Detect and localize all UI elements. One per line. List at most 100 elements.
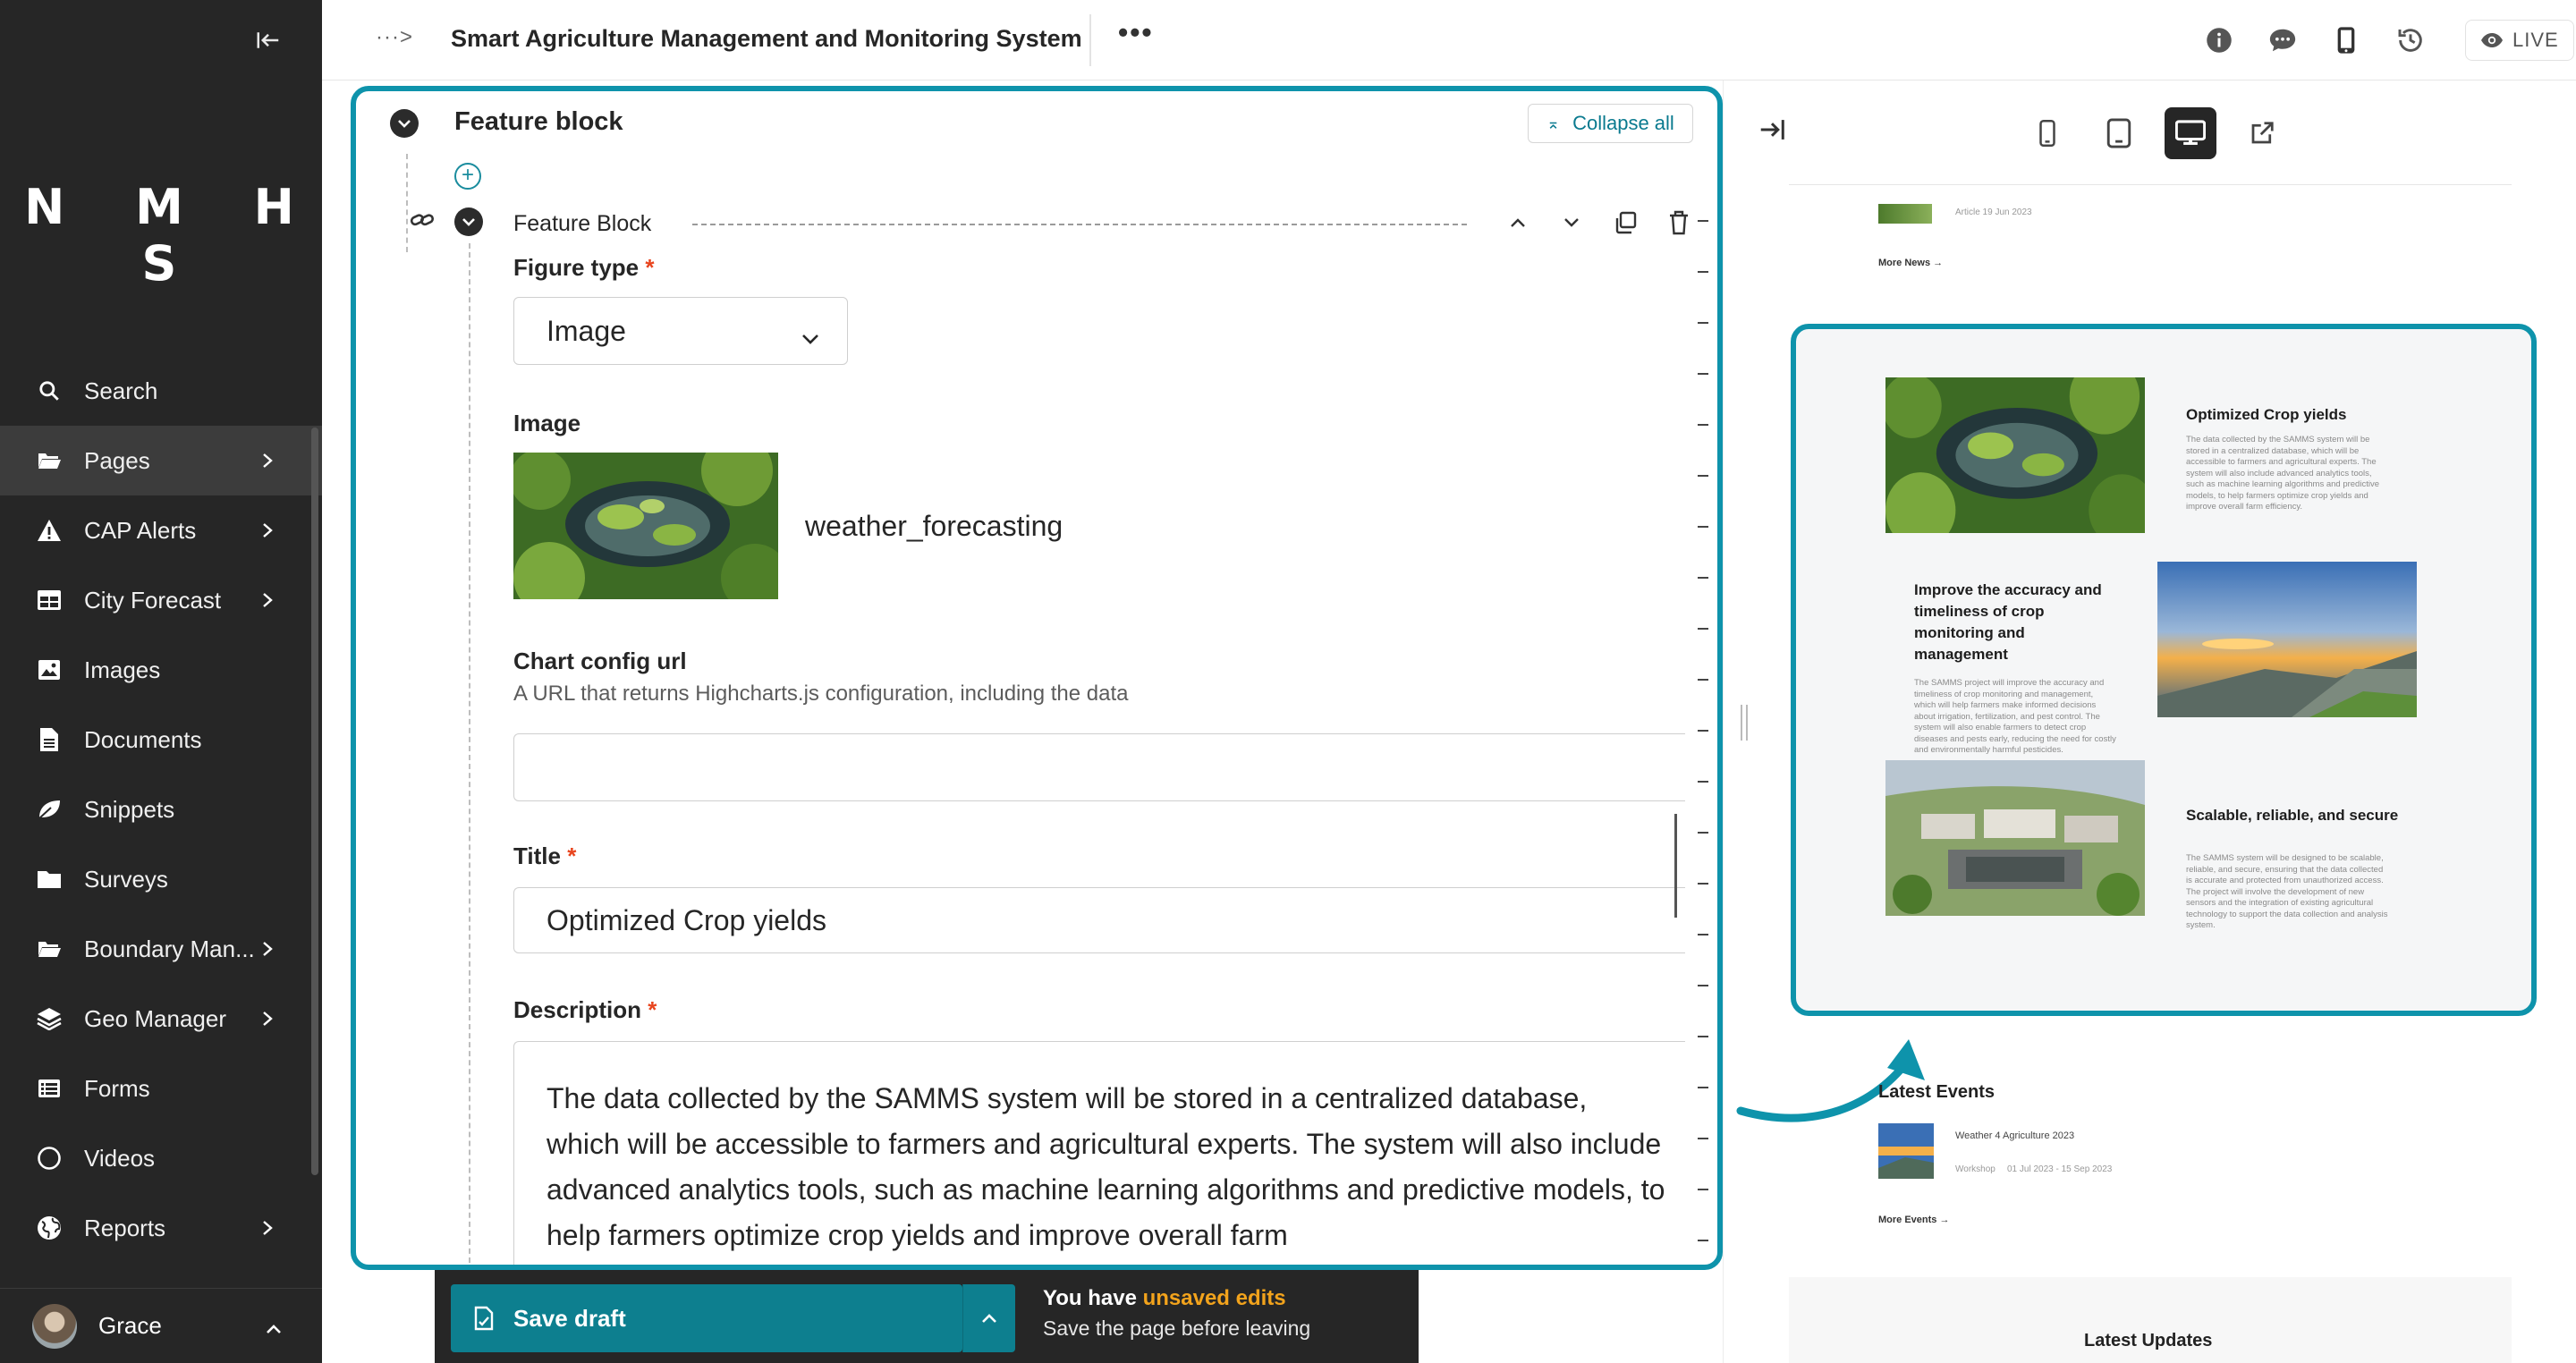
block-collapse-toggle[interactable]	[390, 109, 419, 138]
figure-type-value: Image	[547, 314, 626, 347]
latest-updates-title: Latest Updates	[2084, 1331, 2213, 1350]
event-name[interactable]: Weather 4 Agriculture 2023	[1955, 1130, 2074, 1141]
link-icon[interactable]	[410, 211, 435, 233]
chart-config-help: A URL that returns Highcharts.js configu…	[513, 682, 1129, 706]
resize-handle[interactable]	[1741, 705, 1748, 741]
sidebar-item-label: Documents	[84, 725, 202, 753]
logo[interactable]: N M H S	[0, 179, 322, 292]
avatar	[32, 1303, 77, 1349]
folder-open-icon	[36, 935, 63, 962]
desktop-device-icon[interactable]	[2165, 107, 2216, 159]
sidebar-item-reports[interactable]: Reports	[0, 1193, 322, 1263]
sidebar-scrollbar[interactable]	[311, 428, 318, 1175]
block-title: Feature block	[454, 107, 623, 136]
sidebar-item-boundary-manager[interactable]: Boundary Man...	[0, 914, 322, 984]
comment-icon[interactable]	[2266, 23, 2300, 57]
expand-panel-icon[interactable]	[1757, 116, 1787, 148]
delete-icon[interactable]	[1664, 207, 1694, 238]
news-thumbnail[interactable]	[1878, 204, 1932, 224]
save-draft-button[interactable]: Save draft	[451, 1284, 962, 1352]
mobile-device-icon[interactable]	[2021, 107, 2073, 159]
divider	[692, 224, 1467, 225]
image-thumbnail[interactable]	[513, 453, 778, 599]
more-events-link[interactable]: More Events →	[1878, 1215, 1949, 1225]
chart-config-input[interactable]	[513, 733, 1685, 801]
feature-title-2: Improve the accuracy and timeliness of c…	[1914, 581, 2102, 663]
divider	[1789, 184, 2512, 185]
mobile-preview-icon[interactable]	[2329, 23, 2363, 57]
document-icon	[36, 726, 63, 753]
sidebar-item-label: Search	[84, 377, 158, 404]
history-icon[interactable]	[2394, 23, 2428, 57]
chevron-up-icon	[982, 1314, 996, 1323]
chevron-down-icon	[398, 120, 411, 128]
user-name: Grace	[98, 1312, 162, 1339]
save-bar: Save draft You have unsaved edits Save t…	[435, 1270, 1419, 1363]
divider	[1089, 14, 1091, 66]
sidebar-item-pages[interactable]: Pages	[0, 426, 322, 495]
image-filename: weather_forecasting	[805, 510, 1063, 542]
feature-title-3: Scalable, reliable, and secure	[2186, 807, 2399, 824]
breadcrumb-toggle[interactable]: ···>	[376, 25, 413, 50]
move-up-icon[interactable]	[1503, 207, 1533, 238]
sidebar-item-documents[interactable]: Documents	[0, 705, 322, 775]
sidebar-nav: Search Pages CAP Alerts City Forecast Im…	[0, 356, 322, 1263]
live-label: LIVE	[2512, 29, 2559, 51]
more-save-options-button[interactable]	[963, 1284, 1015, 1352]
live-status-badge[interactable]: LIVE	[2465, 20, 2574, 61]
more-news-link[interactable]: More News →	[1878, 258, 1943, 268]
event-thumbnail[interactable]	[1878, 1123, 1934, 1179]
editor-scrollbar[interactable]	[1674, 814, 1677, 918]
collapse-all-label: Collapse all	[1572, 112, 1674, 134]
chevron-right-icon	[254, 447, 281, 474]
nesting-guide	[469, 243, 470, 1265]
sidebar-item-label: Pages	[84, 446, 150, 474]
eye-icon	[2481, 33, 2503, 47]
folder-icon	[36, 866, 63, 893]
sidebar-item-videos[interactable]: Videos	[0, 1123, 322, 1193]
sidebar-item-label: Forms	[84, 1074, 150, 1102]
move-down-icon[interactable]	[1556, 207, 1587, 238]
sidebar-item-label: Geo Manager	[84, 1004, 226, 1032]
add-block-button[interactable]: +	[454, 163, 481, 190]
feature-image-1	[1885, 377, 2145, 533]
sidebar-item-city-forecast[interactable]: City Forecast	[0, 565, 322, 635]
sidebar-item-surveys[interactable]: Surveys	[0, 844, 322, 914]
snippet-icon	[36, 796, 63, 823]
collapse-all-button[interactable]: ⌅ Collapse all	[1528, 104, 1693, 143]
feature-desc-3: The SAMMS system will be designed to be …	[2186, 853, 2388, 930]
description-textarea[interactable]: The data collected by the SAMMS system w…	[513, 1041, 1685, 1265]
sidebar-item-label: City Forecast	[84, 586, 222, 614]
search-icon	[36, 377, 63, 404]
tablet-device-icon[interactable]	[2093, 107, 2145, 159]
image-icon	[36, 656, 63, 683]
sidebar-item-forms[interactable]: Forms	[0, 1054, 322, 1123]
chevron-right-icon	[254, 1215, 281, 1241]
image-label: Image	[513, 410, 581, 436]
scroll-ruler	[1698, 220, 1710, 1265]
title-input[interactable]: Optimized Crop yields	[513, 887, 1685, 953]
sidebar-item-images[interactable]: Images	[0, 635, 322, 705]
chevron-right-icon	[254, 517, 281, 544]
event-dates: 01 Jul 2023 - 15 Sep 2023	[2007, 1164, 2113, 1174]
chevron-down-icon	[462, 218, 475, 226]
document-icon	[474, 1306, 494, 1331]
info-icon[interactable]	[2202, 23, 2236, 57]
duplicate-icon[interactable]	[1610, 207, 1640, 238]
more-actions-button[interactable]: •••	[1118, 16, 1154, 49]
sidebar-item-geo-manager[interactable]: Geo Manager	[0, 984, 322, 1054]
user-menu[interactable]: Grace	[0, 1288, 322, 1363]
child-collapse-toggle[interactable]	[454, 207, 483, 236]
feature-image-3	[1885, 760, 2145, 916]
globe-icon	[36, 1215, 63, 1241]
collapse-sidebar-icon[interactable]	[252, 27, 284, 59]
figure-type-select[interactable]: Image	[513, 297, 848, 365]
chart-config-label: Chart config url	[513, 648, 687, 674]
sidebar-item-snippets[interactable]: Snippets	[0, 775, 322, 844]
sidebar-item-search[interactable]: Search	[0, 356, 322, 426]
open-external-icon[interactable]	[2236, 107, 2288, 159]
chevron-right-icon	[254, 935, 281, 962]
list-icon	[36, 1075, 63, 1102]
feature-desc-1: The data collected by the SAMMS system w…	[2186, 435, 2379, 512]
sidebar-item-cap-alerts[interactable]: CAP Alerts	[0, 495, 322, 565]
